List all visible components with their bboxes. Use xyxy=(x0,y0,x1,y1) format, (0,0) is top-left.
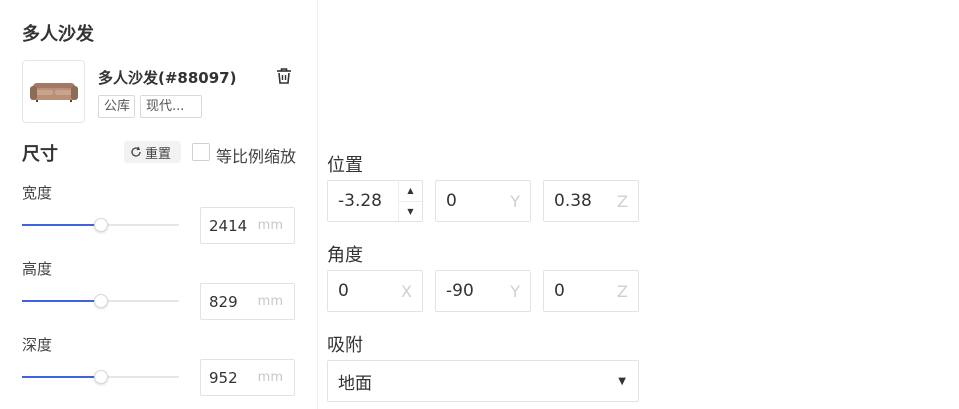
height-label: 高度 xyxy=(22,260,53,278)
depth-label: 深度 xyxy=(22,336,53,354)
depth-slider-thumb[interactable] xyxy=(93,370,108,384)
proportional-scale-label[interactable]: 等比例缩放 xyxy=(216,143,296,167)
caret-down-icon: ▼ xyxy=(618,375,626,387)
position-y-value: 0 xyxy=(446,191,457,211)
position-x-stepper[interactable]: ▲ ▼ xyxy=(398,181,422,221)
depth-value: 952 xyxy=(209,368,238,387)
properties-panel: 多人沙发 多人沙发(#88097) 公库 现代... 尺寸 重置 等比例缩放 宽… xyxy=(0,0,318,409)
position-y-axis-label: Y xyxy=(510,191,520,211)
angle-x-axis-label: X xyxy=(401,281,412,301)
height-slider-thumb[interactable] xyxy=(93,294,108,308)
decrement-button[interactable]: ▼ xyxy=(399,202,422,222)
snap-select[interactable]: 地面 ▼ xyxy=(327,360,639,402)
refresh-icon xyxy=(131,146,141,157)
product-thumbnail[interactable] xyxy=(22,60,85,123)
width-label: 宽度 xyxy=(22,184,53,202)
increment-button[interactable]: ▲ xyxy=(399,181,422,202)
depth-slider[interactable] xyxy=(22,370,179,384)
angle-title: 角度 xyxy=(327,245,363,266)
delete-button[interactable] xyxy=(274,66,294,86)
position-z-value: 0.38 xyxy=(554,191,592,211)
angle-z-value: 0 xyxy=(554,281,565,301)
depth-input[interactable]: 952 mm xyxy=(200,359,295,396)
depth-unit: mm xyxy=(257,370,283,385)
height-slider-fill xyxy=(22,300,101,302)
angle-x-value: 0 xyxy=(338,281,349,301)
position-z-input[interactable]: 0.38 Z xyxy=(543,180,639,222)
width-slider-thumb[interactable] xyxy=(93,218,108,232)
product-name: 多人沙发(#88097) xyxy=(98,69,237,87)
snap-selected-value: 地面 xyxy=(338,373,372,394)
position-y-input[interactable]: 0 Y xyxy=(435,180,531,222)
height-slider[interactable] xyxy=(22,294,179,308)
proportional-scale-checkbox[interactable] xyxy=(192,143,210,161)
width-value: 2414 xyxy=(209,216,248,235)
tag-library: 公库 xyxy=(98,95,135,118)
snap-title: 吸附 xyxy=(327,335,363,356)
size-section-title: 尺寸 xyxy=(22,144,58,165)
height-value: 829 xyxy=(209,292,238,311)
angle-z-axis-label: Z xyxy=(617,281,628,301)
angle-y-value: -90 xyxy=(446,281,474,301)
tag-style: 现代... xyxy=(140,95,202,118)
height-unit: mm xyxy=(257,294,283,309)
angle-y-axis-label: Y xyxy=(510,281,520,301)
height-input[interactable]: 829 mm xyxy=(200,283,295,320)
width-unit: mm xyxy=(257,218,283,233)
angle-x-input[interactable]: 0 X xyxy=(327,270,423,312)
width-slider-fill xyxy=(22,224,101,226)
position-title: 位置 xyxy=(327,155,363,176)
width-slider[interactable] xyxy=(22,218,179,232)
panel-title: 多人沙发 xyxy=(22,24,94,45)
angle-z-input[interactable]: 0 Z xyxy=(543,270,639,312)
reset-button[interactable]: 重置 xyxy=(124,141,181,163)
sofa-icon xyxy=(29,82,78,102)
angle-y-input[interactable]: -90 Y xyxy=(435,270,531,312)
position-x-input[interactable]: -3.28 ▲ ▼ xyxy=(327,180,423,222)
depth-slider-fill xyxy=(22,376,101,378)
position-z-axis-label: Z xyxy=(617,191,628,211)
width-input[interactable]: 2414 mm xyxy=(200,207,295,244)
reset-label: 重置 xyxy=(145,146,172,162)
trash-icon xyxy=(277,68,291,84)
